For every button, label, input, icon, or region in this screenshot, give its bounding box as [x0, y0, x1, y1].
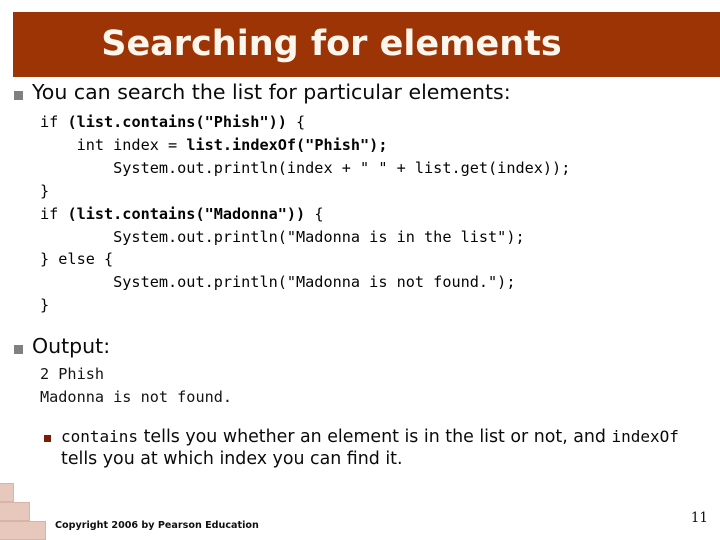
inline-text: tells you whether an element is in the l…	[138, 426, 612, 447]
sub-bullet-row: contains tells you whether an element is…	[0, 409, 720, 471]
code-span-emphasis: list.indexOf("Phish");	[186, 136, 388, 155]
slide-content: You can search the list for particular e…	[0, 80, 720, 471]
code-line: System.out.println(index + " " + list.ge…	[40, 157, 720, 180]
inline-text: tells you at which index you can find it…	[61, 449, 403, 470]
code-span-emphasis: (list.contains("Madonna"))	[67, 204, 315, 223]
output-bullet-label: Output:	[32, 334, 111, 359]
output-bullet-row: Output:	[0, 334, 720, 358]
square-bullet-icon	[14, 91, 23, 100]
code-span: if	[40, 113, 68, 132]
stair-step-middle	[0, 502, 30, 521]
sub-bullet-label: contains tells you whether an element is…	[61, 426, 704, 471]
code-span: if	[40, 204, 68, 223]
code-line: }	[40, 180, 720, 203]
stair-step-bottom	[0, 521, 46, 540]
page-title: Searching for elements	[101, 24, 562, 64]
code-span: } else {	[40, 250, 114, 269]
page-number: 11	[690, 510, 708, 526]
code-line: } else {	[40, 248, 720, 271]
code-span: {	[314, 204, 324, 223]
code-span: System.out.println("Madonna is in the li…	[40, 227, 525, 246]
code-line: if (list.contains("Phish")) {	[40, 111, 720, 134]
inline-code: indexOf	[611, 426, 679, 446]
main-bullet-label: You can search the list for particular e…	[32, 80, 511, 104]
code-line: }	[40, 294, 720, 317]
inline-code: contains	[61, 426, 139, 446]
code-block: if (list.contains("Phish")) { int index …	[0, 104, 720, 317]
code-span-emphasis: (list.contains("Phish"))	[67, 113, 297, 132]
code-span: System.out.println(index + " " + list.ge…	[40, 158, 571, 177]
copyright-notice: Copyright 2006 by Pearson Education	[55, 520, 259, 531]
code-line: int index = list.indexOf("Phish");	[40, 134, 720, 157]
code-span: System.out.println("Madonna is not found…	[40, 273, 516, 292]
code-span: }	[40, 296, 50, 315]
slide-title-banner: Searching for elements	[13, 12, 720, 77]
output-section: Output: 2 Phish Madonna is not found.	[0, 317, 720, 409]
square-bullet-icon	[14, 345, 23, 355]
code-span: }	[40, 181, 50, 200]
stair-steps-graphic	[0, 482, 62, 540]
stair-step-top	[0, 483, 14, 502]
output-line: 2 Phish	[40, 365, 105, 384]
code-line: if (list.contains("Madonna")) {	[40, 203, 720, 226]
code-span: int index =	[40, 136, 187, 155]
program-output-text: 2 Phish Madonna is not found.	[0, 358, 720, 409]
code-span: {	[296, 113, 306, 132]
code-line: System.out.println("Madonna is not found…	[40, 271, 720, 294]
main-bullet-row: You can search the list for particular e…	[0, 80, 720, 104]
output-line: Madonna is not found.	[40, 388, 233, 407]
square-bullet-icon-red	[44, 434, 51, 442]
code-line: System.out.println("Madonna is in the li…	[40, 226, 720, 249]
